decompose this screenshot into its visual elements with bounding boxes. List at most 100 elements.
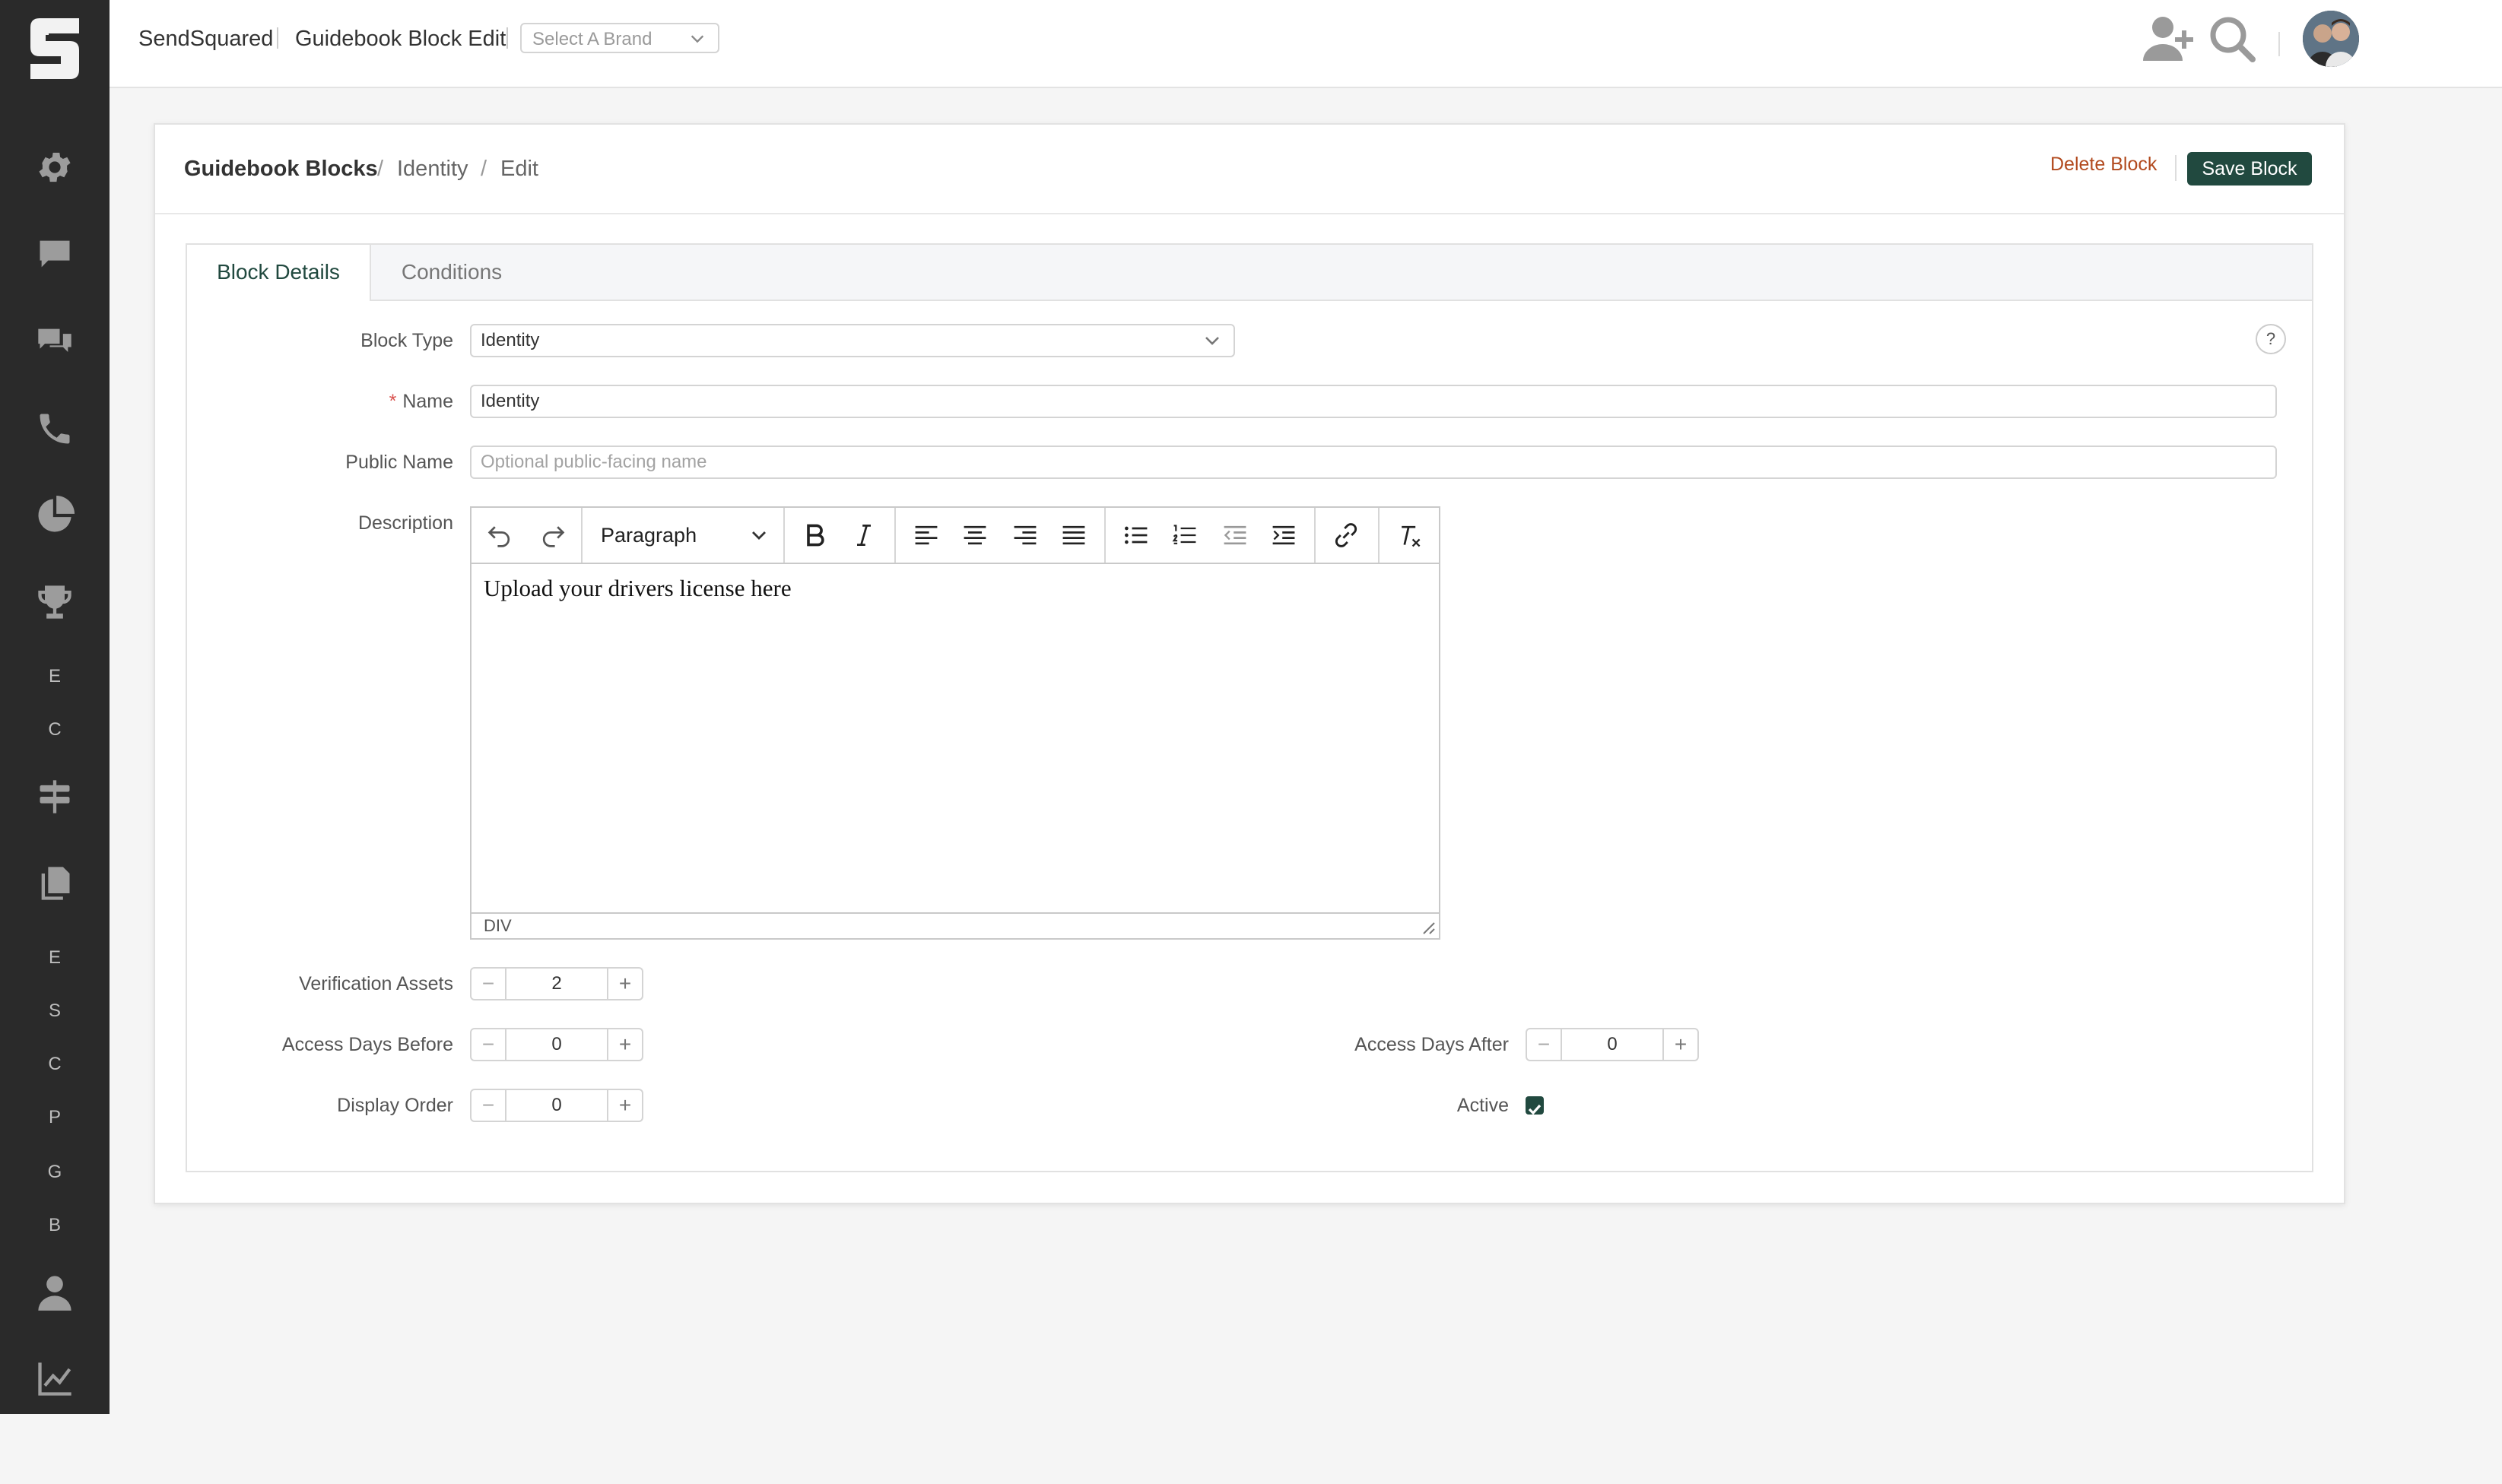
brand-select-placeholder: Select A Brand — [532, 29, 652, 49]
redo-icon[interactable] — [532, 515, 572, 555]
breadcrumb-separator: / — [377, 157, 384, 181]
trophy-icon[interactable] — [0, 575, 110, 629]
access-days-after-value[interactable]: 0 — [1562, 1029, 1662, 1060]
tab-block-details[interactable]: Block Details — [187, 245, 371, 301]
increment-button[interactable]: + — [607, 1090, 642, 1121]
public-name-input[interactable]: Optional public-facing name — [470, 446, 2277, 479]
link-icon[interactable] — [1326, 515, 1366, 555]
bold-icon[interactable] — [795, 515, 835, 555]
name-input[interactable]: Identity — [470, 385, 2277, 418]
format-value: Paragraph — [601, 524, 697, 547]
help-button[interactable]: ? — [2256, 324, 2286, 354]
divider — [2278, 32, 2280, 56]
display-order-value[interactable]: 0 — [506, 1090, 607, 1121]
breadcrumb-level2[interactable]: Identity — [397, 125, 468, 213]
sendsquared-logo-icon[interactable] — [21, 15, 88, 82]
card-header: Guidebook Blocks / Identity / Edit Delet… — [155, 125, 2344, 214]
verification-assets-value[interactable]: 2 — [506, 969, 607, 999]
align-right-icon[interactable] — [1005, 515, 1045, 555]
tab-conditions[interactable]: Conditions — [371, 245, 532, 301]
toolbar-divider — [783, 508, 785, 563]
increment-button[interactable]: + — [607, 1029, 642, 1060]
required-marker: * — [389, 391, 397, 412]
pie-chart-icon[interactable] — [0, 488, 110, 543]
sidebar-letter[interactable]: B — [0, 1210, 110, 1241]
breadcrumb-root[interactable]: Guidebook Blocks — [184, 125, 378, 213]
italic-icon[interactable] — [844, 515, 884, 555]
undo-icon[interactable] — [481, 515, 520, 555]
divider — [506, 27, 508, 49]
decrement-button[interactable]: − — [472, 1029, 506, 1060]
sidebar-letter[interactable]: P — [0, 1102, 110, 1133]
verification-assets-label: Verification Assets — [299, 973, 453, 994]
chevron-down-icon — [752, 531, 766, 540]
access-days-after-stepper: − 0 + — [1526, 1028, 1699, 1061]
increment-button[interactable]: + — [1662, 1029, 1697, 1060]
conversations-icon[interactable] — [0, 315, 110, 369]
active-label: Active — [1456, 1095, 1509, 1116]
app-name[interactable]: SendSquared — [138, 0, 273, 78]
sidebar-letter[interactable]: C — [0, 715, 110, 745]
chat-icon[interactable] — [0, 227, 110, 281]
decrement-button[interactable]: − — [472, 1090, 506, 1121]
toolbar-divider — [1104, 508, 1106, 563]
clear-formatting-icon[interactable] — [1390, 515, 1430, 555]
align-center-icon[interactable] — [955, 515, 995, 555]
toolbar-divider — [1378, 508, 1380, 563]
format-select[interactable]: Paragraph — [601, 508, 766, 563]
name-label: * Name — [187, 391, 453, 413]
sidebar: E C E S C P G B — [0, 0, 110, 1414]
bullet-list-icon[interactable] — [1116, 515, 1156, 555]
brand-select[interactable]: Select A Brand — [520, 23, 719, 53]
decrement-button[interactable]: − — [1527, 1029, 1562, 1060]
access-days-before-label: Access Days Before — [281, 1034, 453, 1055]
display-order-label: Display Order — [337, 1095, 453, 1116]
sidebar-letter[interactable]: E — [0, 661, 110, 692]
sidebar-letter[interactable]: C — [0, 1049, 110, 1080]
sidebar-letter[interactable]: S — [0, 996, 110, 1026]
search-icon[interactable] — [2205, 12, 2260, 67]
breadcrumb-separator: / — [481, 157, 487, 181]
editor-content[interactable]: Upload your drivers license here — [484, 575, 792, 602]
align-left-icon[interactable] — [906, 515, 946, 555]
outdent-icon[interactable] — [1215, 515, 1255, 555]
toolbar-divider — [894, 508, 896, 563]
increment-button[interactable]: + — [607, 969, 642, 999]
display-order-stepper: − 0 + — [470, 1089, 643, 1122]
toolbar-divider — [581, 508, 583, 563]
verification-assets-stepper: − 2 + — [470, 967, 643, 1000]
decrement-button[interactable]: − — [472, 969, 506, 999]
access-days-after-label: Access Days After — [1354, 1034, 1509, 1055]
block-type-select[interactable]: Identity — [470, 324, 1235, 357]
save-block-button[interactable]: Save Block — [2187, 152, 2312, 186]
element-path[interactable]: DIV — [484, 916, 512, 935]
divider — [277, 27, 278, 49]
avatar[interactable] — [2303, 11, 2359, 67]
copy-icon[interactable] — [0, 856, 110, 911]
gear-icon[interactable] — [0, 140, 110, 195]
phone-icon[interactable] — [0, 401, 110, 456]
delete-block-button[interactable]: Delete Block — [2050, 154, 2157, 176]
chart-line-icon[interactable] — [0, 1352, 110, 1406]
sidebar-letter[interactable]: E — [0, 943, 110, 973]
page-name: Guidebook Block Edit — [295, 27, 506, 51]
access-days-before-stepper: − 0 + — [470, 1028, 643, 1061]
indent-icon[interactable] — [1264, 515, 1303, 555]
name-label-text: Name — [402, 391, 453, 412]
description-label: Description — [357, 512, 453, 534]
block-type-label: Block Type — [360, 330, 453, 351]
guidebook-block-card: Guidebook Blocks / Identity / Edit Delet… — [154, 123, 2345, 1204]
active-checkbox[interactable] — [1526, 1096, 1544, 1115]
add-user-icon[interactable] — [2143, 12, 2198, 67]
numbered-list-icon[interactable] — [1165, 515, 1205, 555]
sidebar-letter[interactable]: G — [0, 1157, 110, 1188]
signpost-icon[interactable] — [0, 769, 110, 824]
access-days-before-value[interactable]: 0 — [506, 1029, 607, 1060]
chevron-down-icon — [1205, 337, 1219, 345]
align-justify-icon[interactable] — [1054, 515, 1094, 555]
description-editor: Paragraph Upload your drivers license he… — [470, 506, 1440, 940]
divider — [2175, 155, 2177, 181]
user-icon[interactable] — [0, 1265, 110, 1320]
resize-handle-icon[interactable] — [1421, 920, 1436, 935]
chevron-down-icon — [691, 35, 704, 43]
